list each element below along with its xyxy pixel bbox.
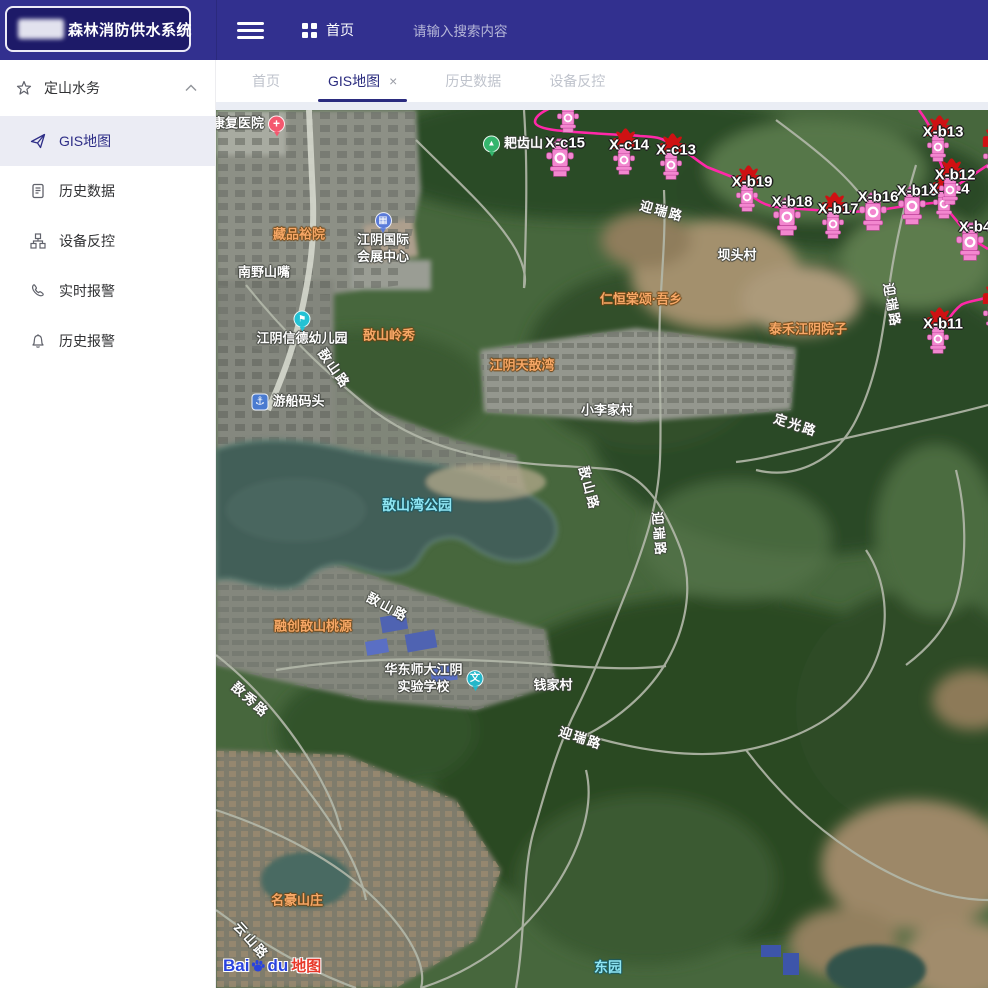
- app-logo: 森林消防供水系统: [5, 6, 191, 52]
- tab-device-control[interactable]: 设备反控: [525, 60, 629, 102]
- hydrant-label: X-c13: [656, 142, 696, 159]
- hamburger-menu-icon[interactable]: [237, 22, 264, 39]
- chevron-up-icon: [185, 84, 197, 92]
- censored-region: [18, 19, 64, 39]
- sidebar-item-label: 实时报警: [59, 281, 115, 301]
- hydrant-icon: [983, 300, 988, 331]
- app-title: 森林消防供水系统: [68, 19, 192, 40]
- sidebar-group-label: 定山水务: [44, 78, 100, 98]
- phone-icon: [30, 283, 46, 299]
- hydrant-label: X-b16: [858, 189, 899, 206]
- tab-history-data[interactable]: 历史数据: [421, 60, 525, 102]
- tabbar: 首页 GIS地图 × 历史数据 设备反控: [216, 60, 988, 102]
- search-input[interactable]: 请输入搜索内容: [413, 0, 613, 60]
- grid-icon: [302, 23, 317, 38]
- send-icon: [30, 133, 46, 149]
- sidebar-item-device-control[interactable]: 设备反控: [0, 216, 215, 266]
- gis-application: 森林消防供水系统 首页 请输入搜索内容 定山水务: [0, 0, 988, 988]
- hydrant-label: X-c14: [609, 137, 649, 154]
- sidebar-item-gis-map[interactable]: GIS地图: [0, 116, 215, 166]
- hydrant-label: X-b4: [959, 219, 988, 236]
- tab-gis-map[interactable]: GIS地图 ×: [304, 60, 421, 102]
- hydrant-label: X-b18: [772, 194, 813, 211]
- sidebar-item-realtime-alarm[interactable]: 实时报警: [0, 266, 215, 316]
- hydrant-icon: [557, 110, 579, 134]
- sitemap-icon: [30, 233, 46, 249]
- hydrant-label: X-c15: [545, 135, 585, 152]
- topnav-home-label: 首页: [326, 20, 354, 40]
- hydrant-label: X-b12: [935, 167, 976, 184]
- sidebar-item-history-data[interactable]: 历史数据: [0, 166, 215, 216]
- hydrant-icon: [983, 143, 988, 174]
- sidebar-menu: GIS地图 历史数据 设备反控: [0, 116, 215, 366]
- baidu-paw-icon: [250, 958, 266, 974]
- star-icon: [16, 80, 32, 96]
- gis-map-canvas[interactable]: 迎瑞路迎瑞路敔山路定光路敔山路迎瑞路敔山路迎瑞路敔秀路云山路 林康复医院+▲耙齿…: [216, 110, 988, 988]
- hydrant-label: X-b19: [732, 174, 773, 191]
- topnav-home[interactable]: 首页: [302, 0, 354, 60]
- sidebar-item-label: 设备反控: [59, 231, 115, 251]
- pipeline-layer: [216, 110, 988, 988]
- hydrant-label: X-b13: [923, 124, 964, 141]
- topbar: 森林消防供水系统 首页 请输入搜索内容: [0, 0, 988, 60]
- content-gap: [216, 102, 988, 110]
- baidu-maps-watermark: Bai du 地图: [223, 955, 321, 976]
- sidebar-item-label: 历史报警: [59, 331, 115, 351]
- search-placeholder: 请输入搜索内容: [413, 20, 508, 40]
- sidebar-item-history-alarm[interactable]: 历史报警: [0, 316, 215, 366]
- sidebar-item-label: 历史数据: [59, 181, 115, 201]
- tab-home[interactable]: 首页: [228, 60, 304, 102]
- bell-icon: [30, 333, 46, 349]
- tab-close-icon[interactable]: ×: [389, 74, 397, 88]
- sidebar-item-label: GIS地图: [59, 131, 111, 151]
- document-icon: [30, 183, 46, 199]
- hydrant-label: X-b11: [923, 316, 963, 333]
- topbar-divider: [216, 0, 217, 60]
- sidebar-group-dingshan[interactable]: 定山水务: [0, 60, 215, 116]
- sidebar: 定山水务 GIS地图 历史数据: [0, 60, 216, 988]
- hydrant-label: X-b17: [818, 201, 859, 218]
